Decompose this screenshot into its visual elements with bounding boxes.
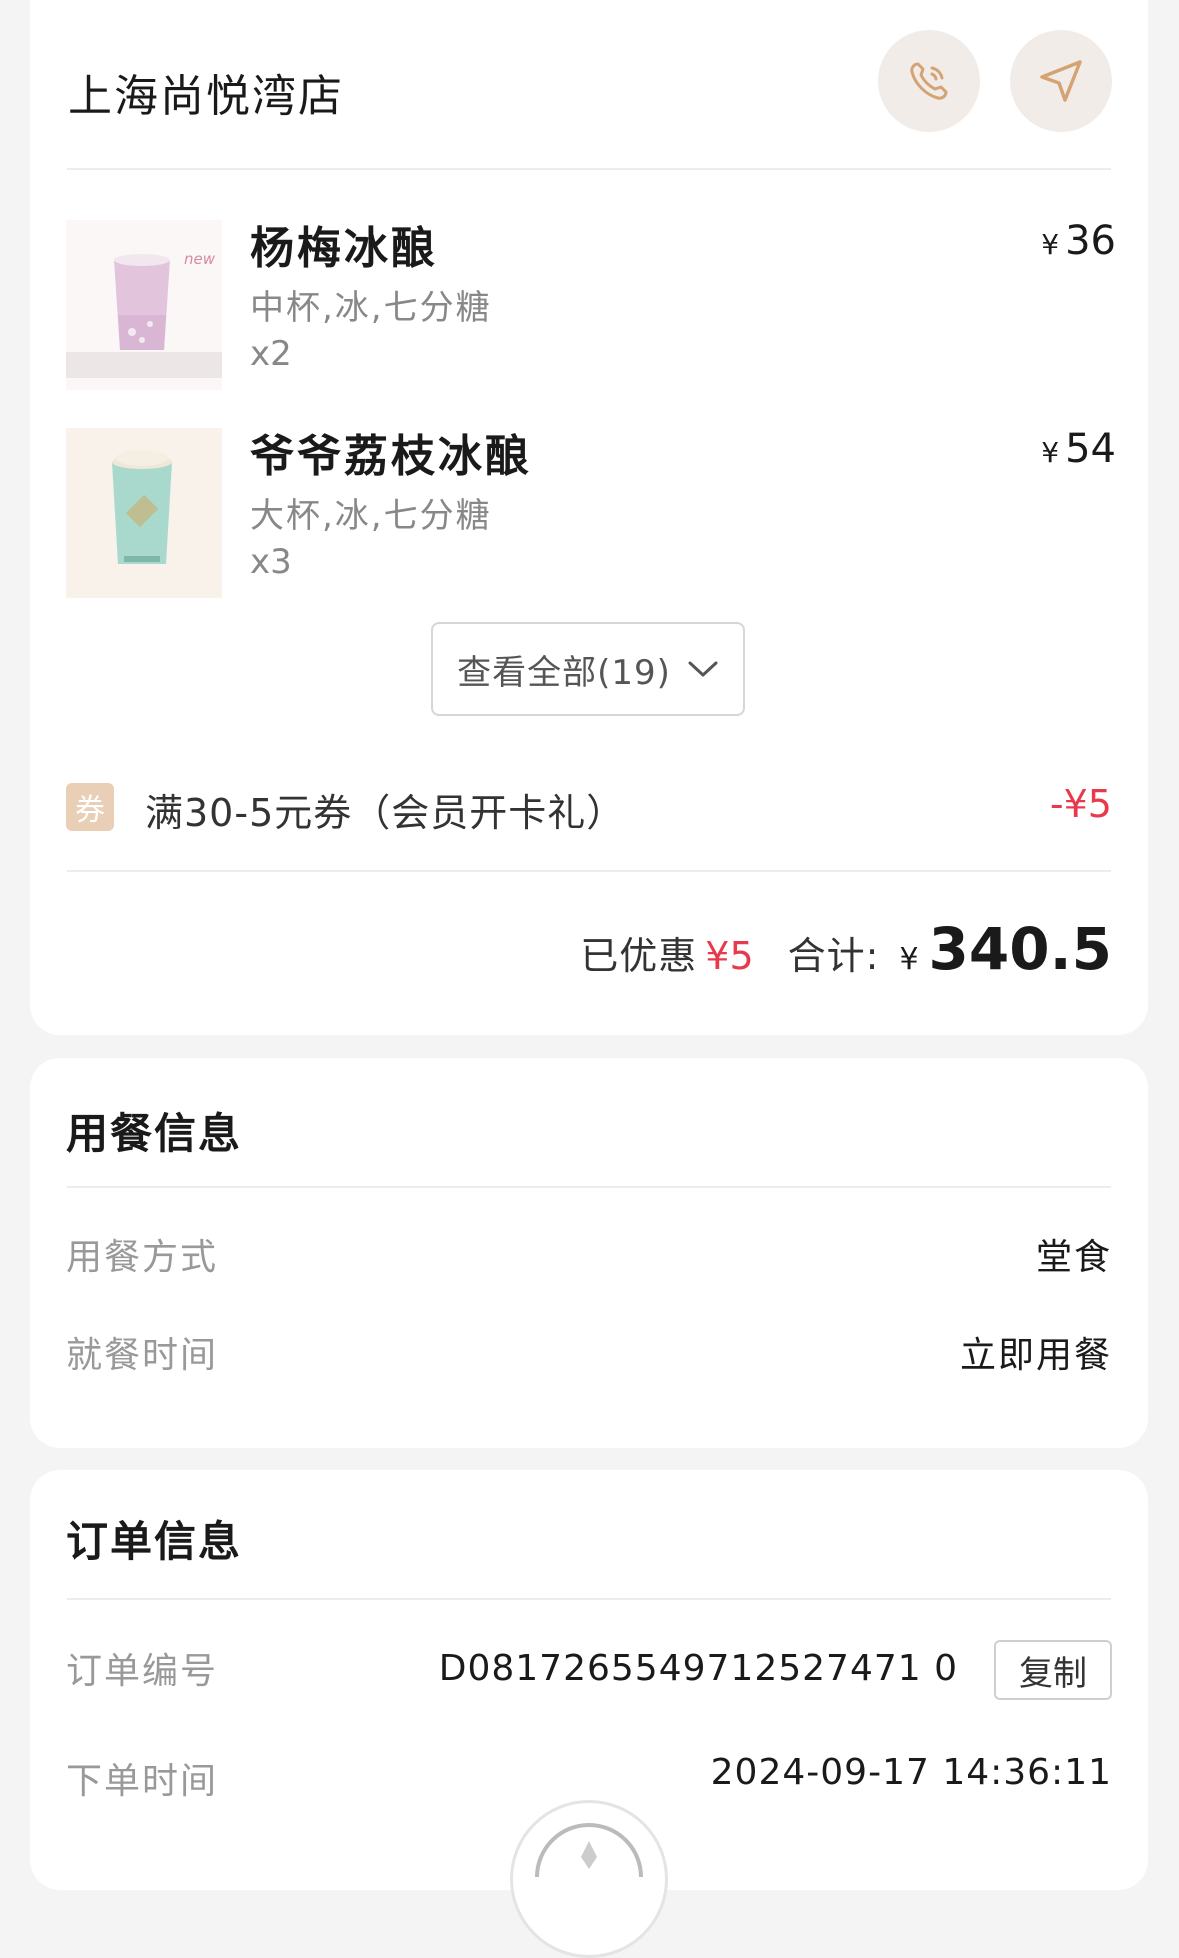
item-price: ¥54 xyxy=(1041,426,1116,472)
chevron-down-icon xyxy=(688,661,718,677)
dining-method-label: 用餐方式 xyxy=(66,1237,219,1278)
new-badge: new xyxy=(184,250,216,268)
total-label: 合计: xyxy=(787,934,880,978)
order-summary: 已优惠 ¥5 合计: ¥ 340.5 xyxy=(580,915,1112,983)
item-price-value: 36 xyxy=(1065,218,1116,264)
logo-icon xyxy=(535,1823,643,1877)
copy-button[interactable]: 复制 xyxy=(994,1640,1112,1700)
currency-symbol: ¥ xyxy=(1041,228,1060,261)
currency-symbol: ¥ xyxy=(899,942,919,977)
order-item[interactable]: 爷爷荔枝冰酿 大杯,冰,七分糖 x3 ¥54 xyxy=(66,426,1116,618)
coupon-discount: -¥5 xyxy=(1049,782,1112,826)
order-number-value: D0817265549712527471 0 xyxy=(438,1648,958,1689)
store-name: 上海尚悦湾店 xyxy=(68,71,344,122)
order-number-label: 订单编号 xyxy=(66,1651,219,1692)
divider xyxy=(67,1186,1111,1188)
order-items-card: 上海尚悦湾店 new 杨梅冰酿 中杯,冰,七分糖 x2 ¥ 36 爷爷荔枝冰酿 … xyxy=(30,0,1148,1035)
dining-time-value: 立即用餐 xyxy=(959,1335,1112,1376)
item-spec: 中杯,冰,七分糖 xyxy=(250,288,492,328)
dining-method-value: 堂食 xyxy=(1035,1237,1112,1278)
item-name: 爷爷荔枝冰酿 xyxy=(250,431,532,482)
section-title: 订单信息 xyxy=(66,1517,243,1566)
section-title: 用餐信息 xyxy=(66,1109,243,1158)
navigation-arrow-icon xyxy=(1040,60,1082,102)
call-store-button[interactable] xyxy=(878,30,980,132)
view-all-label: 查看全部(19) xyxy=(457,652,671,693)
divider xyxy=(67,168,1111,170)
product-thumbnail: new xyxy=(66,220,222,390)
divider xyxy=(67,1598,1111,1600)
divider xyxy=(67,870,1111,872)
product-thumbnail xyxy=(66,428,222,598)
navigate-store-button[interactable] xyxy=(1010,30,1112,132)
item-price-value: 54 xyxy=(1065,426,1116,472)
item-quantity: x2 xyxy=(250,334,292,374)
item-name: 杨梅冰酿 xyxy=(250,223,438,274)
saved-amount: ¥5 xyxy=(705,934,754,978)
order-time-label: 下单时间 xyxy=(66,1761,219,1802)
view-all-button[interactable]: 查看全部(19) xyxy=(431,622,745,716)
total-amount: 340.5 xyxy=(928,915,1112,983)
dining-time-label: 就餐时间 xyxy=(66,1335,219,1376)
saved-label: 已优惠 xyxy=(580,934,698,978)
currency-symbol: ¥ xyxy=(1041,436,1060,469)
coupon-tag: 券 xyxy=(66,783,114,831)
order-item[interactable]: new 杨梅冰酿 中杯,冰,七分糖 x2 ¥36 xyxy=(66,218,1116,410)
order-time-value: 2024-09-17 14:36:11 xyxy=(710,1752,1112,1793)
floating-logo-button[interactable] xyxy=(510,1800,668,1958)
dining-info-card: 用餐信息 用餐方式 堂食 就餐时间 立即用餐 xyxy=(30,1058,1148,1448)
item-spec: 大杯,冰,七分糖 xyxy=(250,496,492,536)
item-price: ¥36 xyxy=(1041,218,1116,264)
phone-icon xyxy=(910,62,948,100)
item-quantity: x3 xyxy=(250,542,292,582)
coupon-description: 满30-5元券（会员开卡礼） xyxy=(145,791,626,835)
